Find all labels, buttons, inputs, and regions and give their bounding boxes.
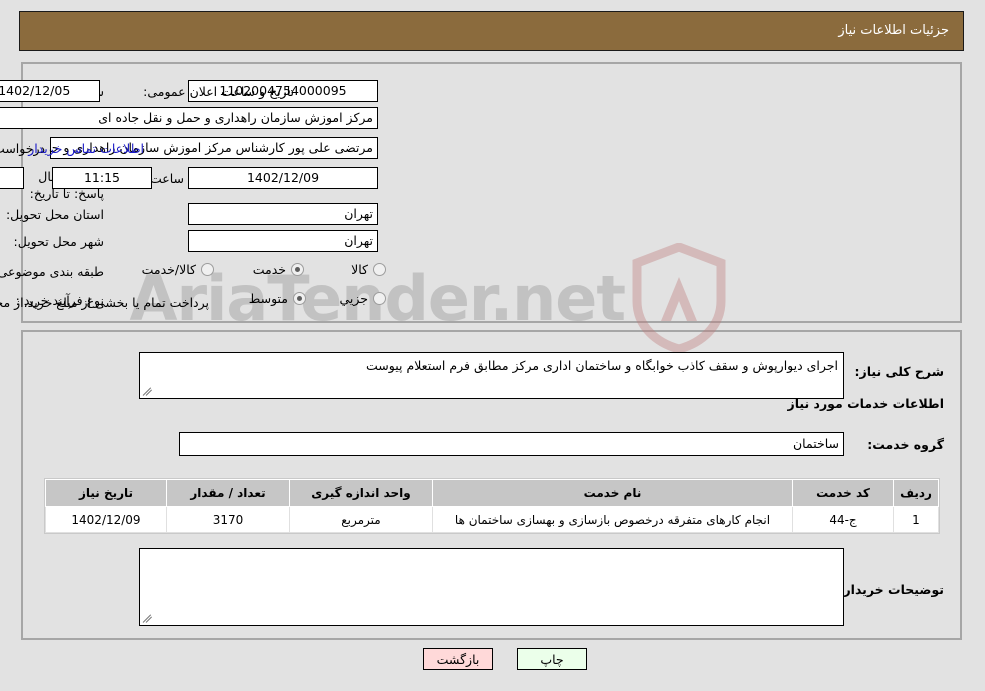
cell-row: 1 [894,506,940,533]
category-option-kala[interactable]: کالا [352,262,387,277]
service-group-field: ساختمان [180,432,845,456]
delivery-province-label: استان محل تحویل: [6,207,105,222]
col-service-name: نام خدمت [433,479,794,507]
buyer-contact-link[interactable]: اطلاعات تماس خریدار [29,141,145,156]
cell-quantity: 3170 [167,506,291,533]
col-service-code: کد خدمت [793,479,895,507]
services-table-wrapper: ردیف کد خدمت نام خدمت واحد اندازه گیری ت… [45,478,941,534]
category-option-kala-label: کالا [352,262,369,277]
buyer-notes-label: توضیحات خریدار: [839,582,945,597]
delivery-province-field: تهران [189,203,379,225]
radio-khedmat[interactable] [292,263,305,276]
category-option-khedmat[interactable]: خدمت [254,262,305,277]
purchase-option-jozei-label: جزیي [340,291,369,306]
announce-datetime-label: تاریخ و ساعت اعلان عمومی: [144,84,295,99]
announce-datetime-field: 1402/12/05 - 11:12 [0,80,101,102]
cell-need-date: 1402/12/09 [46,506,168,533]
radio-jozei[interactable] [374,292,387,305]
col-need-date: تاریخ نیاز [46,479,168,507]
cell-service-code: ج-44 [793,506,895,533]
services-table: ردیف کد خدمت نام خدمت واحد اندازه گیری ت… [46,479,940,533]
summary-text: اجرای دیوارپوش و سقف کاذب خوابگاه و ساخت… [367,358,839,373]
resize-grip-icon[interactable] [143,385,155,397]
summary-textarea[interactable]: اجرای دیوارپوش و سقف کاذب خوابگاه و ساخت… [140,352,845,399]
radio-kala-khedmat[interactable] [202,263,215,276]
service-group-label: گروه خدمت: [868,437,945,452]
category-label: طبقه بندی موضوعی: [0,264,105,279]
category-option-kala-khedmat[interactable]: کالا/خدمت [143,262,215,277]
radio-motavaset[interactable] [294,292,307,305]
purchase-option-jozei[interactable]: جزیي [340,291,387,306]
delivery-city-field: تهران [189,230,379,252]
purchase-option-motavaset-label: متوسط [249,291,289,306]
back-button[interactable]: بازگشت [424,648,494,670]
cell-service-name: انجام کارهای متفرقه درخصوص بازسازی و بهس… [433,506,794,533]
category-option-kala-khedmat-label: کالا/خدمت [142,262,197,277]
table-row: 1 ج-44 انجام کارهای متفرقه درخصوص بازساز… [46,506,940,533]
cell-unit: مترمربع [290,506,434,533]
col-row: ردیف [894,479,940,507]
buyer-org-field: مرکز اموزش سازمان راهداری و حمل و نقل جا… [0,107,379,129]
table-header-row: ردیف کد خدمت نام خدمت واحد اندازه گیری ت… [46,479,940,507]
deadline-date-field: 1402/12/09 [189,167,379,189]
deadline-time-label: ساعت [150,171,185,186]
deadline-days-field: 3 [0,167,25,189]
category-option-khedmat-label: خدمت [253,262,287,277]
purchase-option-motavaset[interactable]: متوسط [250,291,307,306]
page-title: جزئیات اطلاعات نیاز [839,23,950,38]
buyer-notes-textarea[interactable] [140,548,845,626]
resize-grip-icon-notes[interactable] [143,612,155,624]
payment-note: پرداخت تمام یا بخشی از مبلغ خرید،از محل … [0,295,210,310]
col-quantity: تعداد / مقدار [167,479,291,507]
col-unit: واحد اندازه گیری [290,479,434,507]
page-header-bar: جزئیات اطلاعات نیاز [20,11,965,51]
radio-kala[interactable] [374,263,387,276]
need-info-panel [22,62,963,323]
deadline-time-field: 11:15 [53,167,153,189]
summary-label: شرح کلی نیاز: [855,364,945,379]
services-section-title: اطلاعات خدمات مورد نیاز [788,396,946,411]
delivery-city-label: شهر محل تحویل: [14,234,105,249]
print-button[interactable]: چاپ [518,648,588,670]
